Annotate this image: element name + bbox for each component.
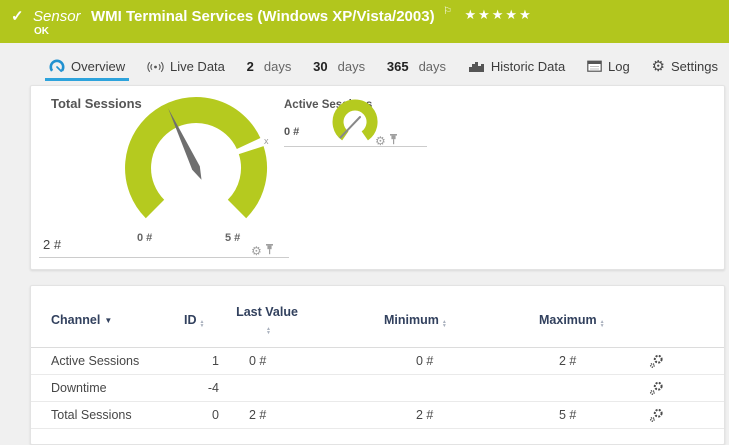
gauge-icon — [49, 59, 65, 74]
table-row: Active Sessions 1 0 # 0 # 2 # — [31, 348, 724, 375]
column-label: Channel — [51, 313, 100, 327]
column-header-last-value[interactable]: Last Value ▲▼ — [236, 305, 298, 335]
channel-last-value: 2 # — [249, 402, 266, 429]
sort-desc-icon: ▼ — [104, 316, 112, 325]
overview-gauges-panel: Total Sessions x 0 # 5 # 2 # ⚙ Active Se… — [30, 85, 725, 270]
column-label: Minimum — [384, 313, 439, 327]
channel-name-link[interactable]: Total Sessions — [51, 402, 132, 429]
total-gauge-toolbar: ⚙ — [251, 242, 274, 260]
channels-table-panel: Channel▼ ID▲▼ Last Value▲▼ Minimum▲▼ Max… — [30, 285, 725, 445]
sensor-status-header: ✓ Sensor WMI Terminal Services (Windows … — [0, 0, 729, 43]
tab-bar: Overview Live Data 2 days 30 days 365 days — [45, 54, 722, 81]
tab-number: 30 — [313, 59, 327, 74]
channel-id: 0 — [181, 402, 219, 429]
total-sessions-current-value: 2 # — [43, 237, 61, 252]
table-header-row: Channel▼ ID▲▼ Last Value▲▼ Minimum▲▼ Max… — [31, 286, 724, 348]
channel-minimum: 2 # — [416, 402, 433, 429]
tab-label: Overview — [71, 59, 125, 74]
channel-id: 1 — [181, 348, 219, 375]
histogram-icon — [468, 60, 485, 73]
title-row: Sensor WMI Terminal Services (Windows XP… — [33, 6, 533, 26]
sensor-kind-label: Sensor — [33, 8, 81, 25]
tab-number: 2 — [247, 59, 254, 74]
tab-overview[interactable]: Overview — [45, 54, 129, 81]
channel-settings-icon[interactable] — [649, 381, 664, 399]
column-header-id[interactable]: ID▲▼ — [184, 313, 204, 328]
gauge-scale-min: 0 # — [137, 232, 152, 244]
channel-settings-icon[interactable] — [649, 354, 664, 372]
check-icon: ✓ — [11, 7, 24, 25]
log-icon — [587, 60, 602, 73]
tab-30-days[interactable]: 30 days — [309, 54, 369, 81]
pin-icon[interactable] — [265, 242, 274, 260]
tab-365-days[interactable]: 365 days — [383, 54, 450, 81]
gauge-scale-max: 5 # — [225, 232, 240, 244]
tab-2-days[interactable]: 2 days — [243, 54, 296, 81]
channel-settings-icon[interactable] — [649, 408, 664, 426]
active-gauge-toolbar: ⚙ — [375, 132, 398, 150]
column-label: Last Value — [236, 305, 298, 319]
sort-icon: ▲▼ — [200, 320, 205, 328]
tab-label: Live Data — [170, 59, 225, 74]
channel-name-link[interactable]: Downtime — [51, 375, 107, 402]
tab-label: Log — [608, 59, 630, 74]
tab-label: Settings — [671, 59, 718, 74]
tab-label: Historic Data — [491, 59, 565, 74]
tab-log[interactable]: Log — [583, 54, 634, 81]
live-signal-icon — [147, 60, 164, 74]
sort-icon: ▲▼ — [600, 320, 605, 328]
channel-last-value: 0 # — [249, 348, 266, 375]
tab-label: days — [419, 59, 446, 74]
column-label: ID — [184, 313, 197, 327]
tab-historic-data[interactable]: Historic Data — [464, 54, 569, 81]
channel-minimum: 0 # — [416, 348, 433, 375]
active-sessions-current-value: 0 # — [284, 126, 299, 138]
tab-label: days — [264, 59, 291, 74]
pin-icon[interactable] — [389, 132, 398, 150]
channel-id: -4 — [181, 375, 219, 402]
column-header-maximum[interactable]: Maximum▲▼ — [539, 313, 605, 328]
channel-maximum: 5 # — [559, 402, 576, 429]
tab-number: 365 — [387, 59, 409, 74]
divider — [284, 146, 427, 147]
column-label: Maximum — [539, 313, 597, 327]
priority-stars[interactable]: ★★★★★ — [464, 7, 532, 22]
gauge-max-marker: x — [264, 136, 269, 146]
column-header-minimum[interactable]: Minimum▲▼ — [384, 313, 447, 328]
channel-name-link[interactable]: Active Sessions — [51, 348, 139, 375]
table-row: Downtime -4 — [31, 375, 724, 402]
status-text: OK — [34, 26, 49, 37]
flag-icon[interactable]: ⚐ — [443, 6, 452, 17]
tab-live-data[interactable]: Live Data — [143, 54, 229, 81]
gear-icon: ⚙ — [652, 59, 665, 74]
tab-settings[interactable]: ⚙ Settings — [648, 54, 722, 81]
gear-icon[interactable]: ⚙ — [251, 245, 262, 257]
page-title: WMI Terminal Services (Windows XP/Vista/… — [91, 8, 435, 25]
sort-icon: ▲▼ — [442, 320, 447, 328]
table-row: Total Sessions 0 2 # 2 # 5 # — [31, 402, 724, 429]
tab-label: days — [338, 59, 365, 74]
channel-maximum: 2 # — [559, 348, 576, 375]
total-sessions-gauge: x — [116, 88, 276, 248]
sort-icon: ▲▼ — [266, 327, 271, 335]
column-header-channel[interactable]: Channel ▼ — [51, 313, 112, 327]
